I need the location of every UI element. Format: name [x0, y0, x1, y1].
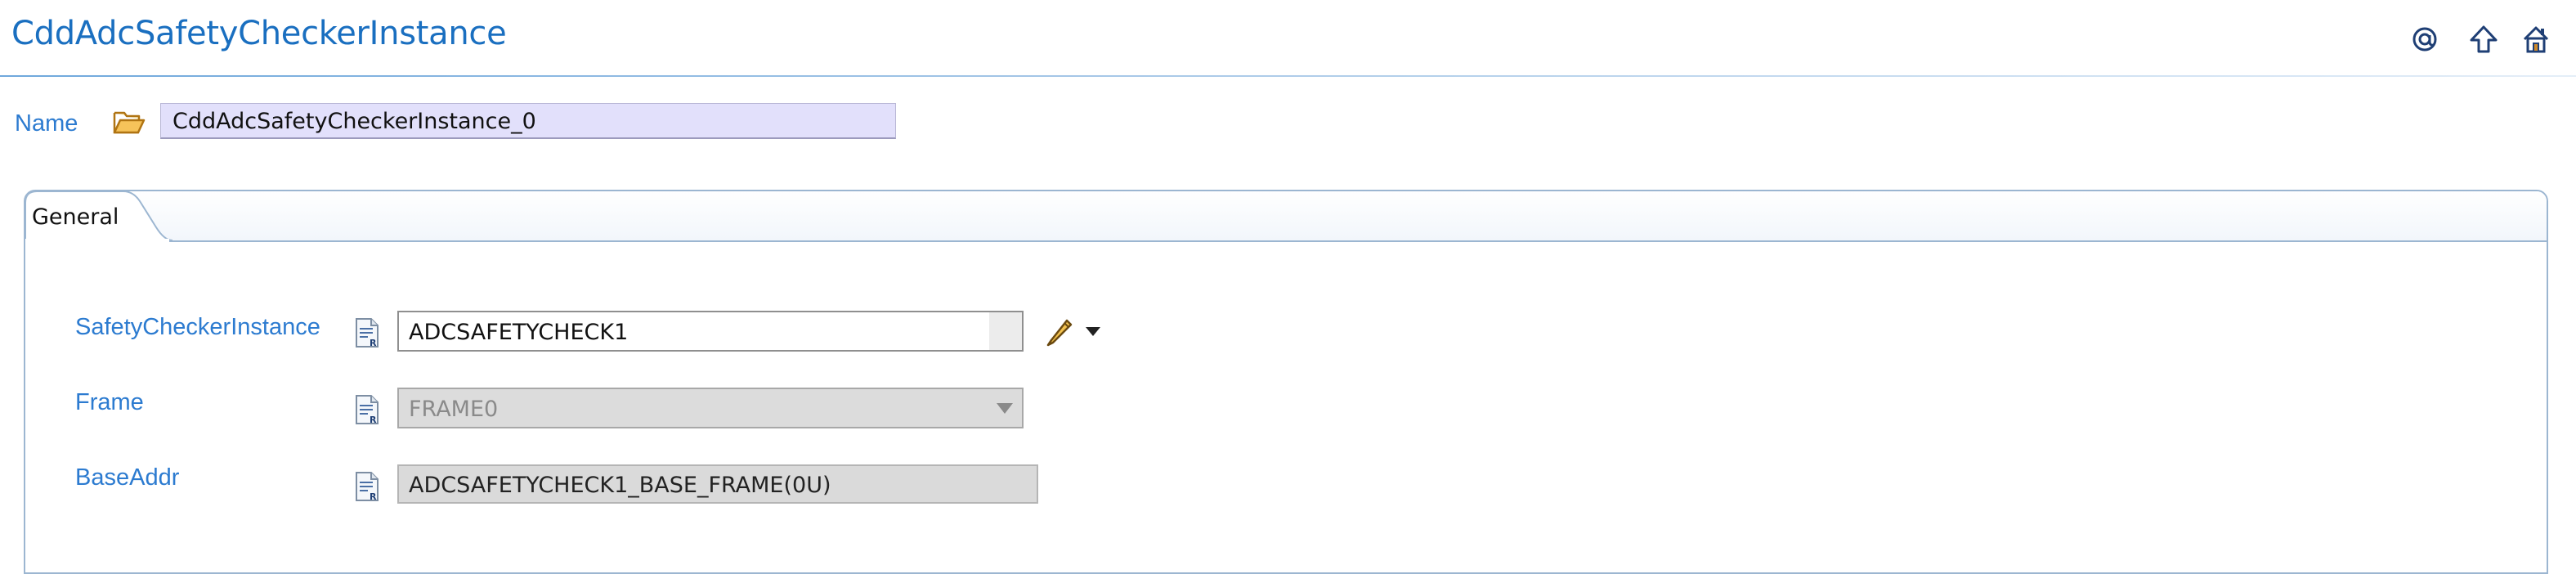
name-field[interactable]: CddAdcSafetyCheckerInstance_0 [160, 103, 896, 139]
base-addr-label: BaseAddr [75, 464, 180, 491]
page-title: CddAdcSafetyCheckerInstance [11, 15, 507, 52]
safety-checker-instance-value: ADCSAFETYCHECK1 [409, 320, 629, 345]
frame-label: Frame [75, 389, 144, 415]
tab-bar: General [25, 191, 2547, 242]
svg-text:R: R [370, 491, 377, 502]
name-label: Name [15, 110, 78, 137]
home-icon[interactable] [2521, 25, 2551, 54]
svg-text:R: R [370, 415, 377, 425]
at-icon[interactable] [2410, 25, 2439, 54]
field-tail [989, 312, 1022, 350]
reference-doc-icon: R [356, 318, 379, 348]
reference-doc-icon: R [356, 395, 379, 425]
editor-header: CddAdcSafetyCheckerInstance [0, 0, 2576, 78]
general-section-panel: General [24, 190, 2548, 574]
svg-text:R: R [370, 338, 377, 348]
safety-checker-instance-field[interactable]: ADCSAFETYCHECK1 [397, 311, 1024, 352]
reference-doc-icon: R [356, 472, 379, 502]
base-addr-field[interactable]: ADCSAFETYCHECK1_BASE_FRAME(0U) [397, 464, 1038, 504]
frame-select[interactable]: FRAME0 [397, 388, 1024, 428]
folder-open-icon[interactable] [113, 108, 146, 136]
frame-value: FRAME0 [409, 397, 499, 422]
up-arrow-icon[interactable] [2469, 25, 2498, 54]
header-divider [0, 75, 2576, 77]
chevron-down-icon[interactable] [1084, 324, 1102, 339]
pencil-edit-icon[interactable] [1045, 316, 1076, 347]
chevron-down-icon[interactable] [994, 399, 1015, 417]
tab-general[interactable]: General [32, 204, 119, 230]
safety-checker-instance-label: SafetyCheckerInstance [75, 314, 320, 340]
